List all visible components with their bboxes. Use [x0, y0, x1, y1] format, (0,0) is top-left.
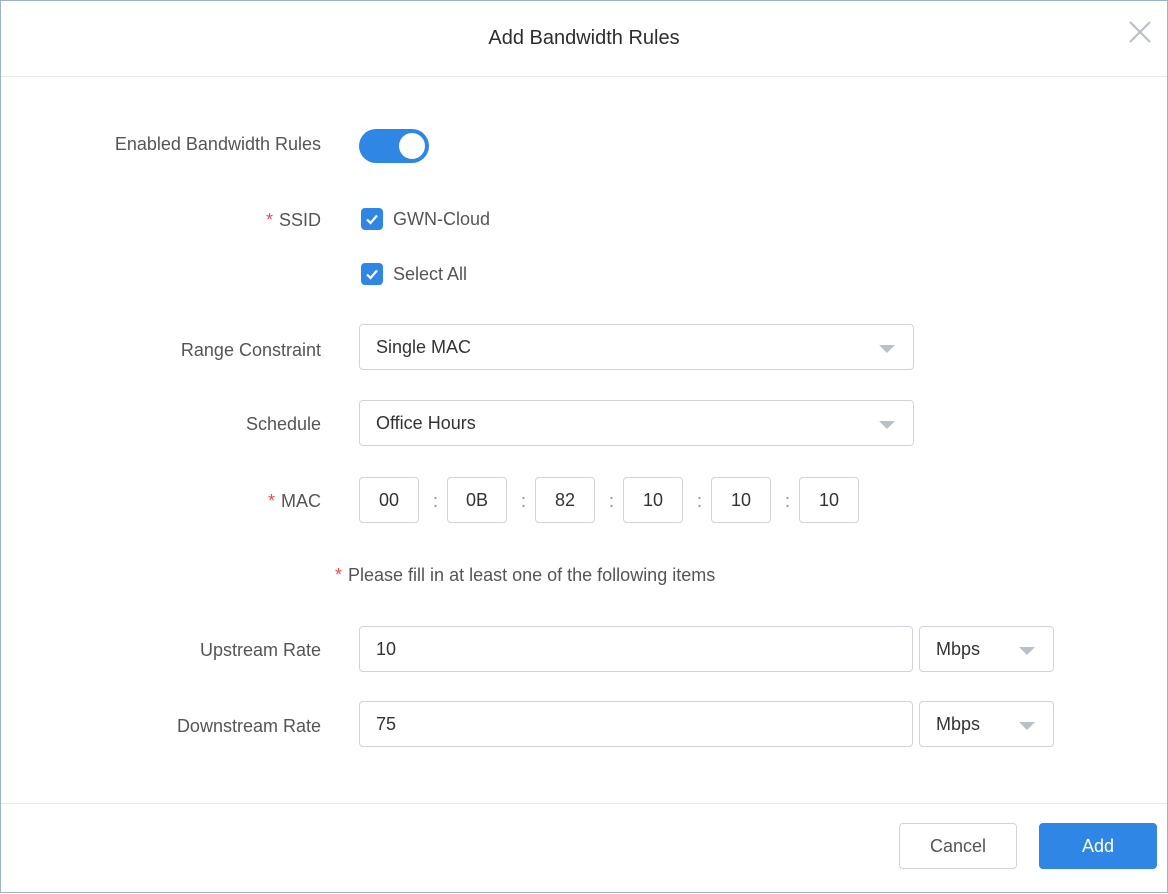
downstream-rate-input[interactable]: 75: [359, 701, 913, 747]
chevron-down-icon: [879, 421, 895, 429]
add-button[interactable]: Add: [1039, 823, 1157, 869]
chevron-down-icon: [1019, 722, 1035, 730]
schedule-select[interactable]: Office Hours: [359, 400, 914, 446]
mac-separator: :: [433, 491, 439, 511]
schedule-label: Schedule: [245, 414, 321, 434]
ssid-option-label: GWN-Cloud: [393, 208, 491, 229]
mac-separator: :: [785, 491, 791, 511]
close-icon: [1129, 21, 1151, 43]
mac-octet-5[interactable]: 10: [711, 477, 771, 523]
mac-octet-6[interactable]: 10: [799, 477, 859, 523]
downstream-label: Downstream Rate: [176, 716, 321, 736]
ssid-label-wrap: * SSID: [266, 210, 321, 231]
upstream-label: Upstream Rate: [199, 640, 321, 660]
cancel-button[interactable]: Cancel: [899, 823, 1017, 869]
rate-requirement-note: * Please fill in at least one of the foll…: [335, 565, 715, 586]
required-mark: *: [265, 210, 273, 230]
add-bandwidth-rules-dialog: Add Bandwidth Rules Enabled Bandwidth Ru…: [0, 0, 1168, 893]
checkbox-checked[interactable]: [361, 263, 383, 285]
checkbox-checked[interactable]: [361, 208, 383, 230]
mac-label-wrap: * MAC: [268, 491, 321, 512]
note-text: Please fill in at least one of the follo…: [348, 565, 716, 585]
check-icon: [366, 214, 378, 225]
range-constraint-select[interactable]: Single MAC: [359, 324, 914, 370]
range-constraint-label: Range Constraint: [180, 340, 321, 360]
dialog-header: Add Bandwidth Rules: [1, 1, 1167, 77]
ssid-label: SSID: [278, 210, 321, 230]
mac-octet-4[interactable]: 10: [623, 477, 683, 523]
downstream-unit-select[interactable]: Mbps: [919, 701, 1054, 747]
required-mark: *: [267, 491, 275, 511]
upstream-unit-value: Mbps: [936, 638, 981, 659]
upstream-unit-select[interactable]: Mbps: [919, 626, 1054, 672]
mac-separator: :: [521, 491, 527, 511]
mac-octet-3[interactable]: 82: [535, 477, 595, 523]
schedule-value: Office Hours: [376, 412, 476, 433]
enabled-label: Enabled Bandwidth Rules: [114, 134, 321, 154]
chevron-down-icon: [879, 345, 895, 353]
ssid-option-label: Select All: [393, 263, 468, 284]
range-constraint-value: Single MAC: [376, 336, 472, 357]
dialog-title: Add Bandwidth Rules: [488, 27, 680, 49]
ssid-option-gwn-cloud[interactable]: GWN-Cloud: [361, 208, 490, 230]
chevron-down-icon: [1019, 647, 1035, 655]
upstream-rate-input[interactable]: 10: [359, 626, 913, 672]
required-mark: *: [335, 565, 343, 585]
close-button[interactable]: [1125, 17, 1155, 47]
mac-separator: :: [609, 491, 615, 511]
ssid-option-select-all[interactable]: Select All: [361, 263, 467, 285]
toggle-knob: [399, 133, 425, 159]
mac-octet-1[interactable]: 00: [359, 477, 419, 523]
downstream-unit-value: Mbps: [936, 713, 981, 734]
check-icon: [366, 269, 378, 280]
mac-octet-2[interactable]: 0B: [447, 477, 507, 523]
mac-label: MAC: [281, 491, 321, 511]
mac-separator: :: [697, 491, 703, 511]
enabled-toggle[interactable]: [359, 129, 429, 163]
